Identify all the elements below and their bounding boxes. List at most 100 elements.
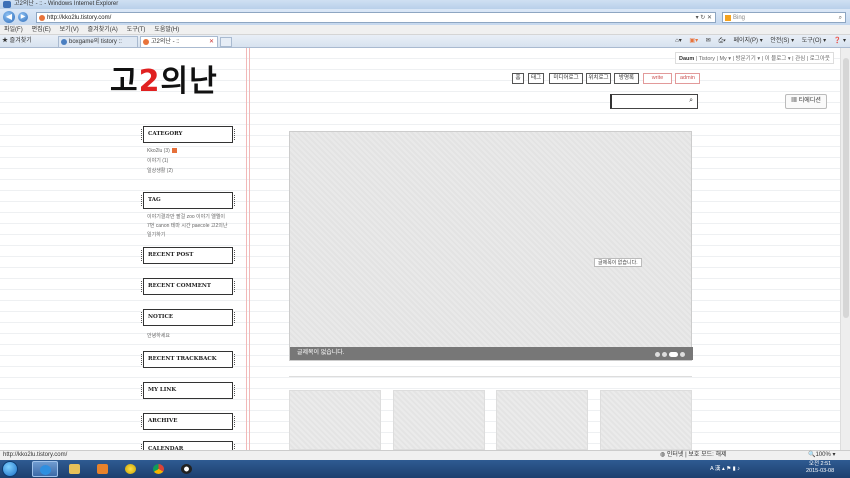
notice-item[interactable]: 안녕하세요 bbox=[147, 331, 170, 341]
menu-bar: 파일(F) 편집(E) 보기(V) 즐겨찾기(A) 도구(T) 도움말(H) bbox=[0, 25, 850, 35]
tedition-button[interactable]: ▦ 티에디션 bbox=[785, 94, 827, 109]
slide-dot-active[interactable] bbox=[669, 352, 678, 357]
category-item[interactable]: Kko2lu (3) bbox=[147, 146, 177, 156]
nav-write[interactable]: write bbox=[643, 73, 672, 84]
taskbar-clock[interactable]: 오전 2:51 2015-03-08 bbox=[806, 461, 834, 475]
calendar-heading: CALENDAR bbox=[141, 441, 235, 450]
menu-tools[interactable]: 도구(T) bbox=[127, 25, 146, 35]
safety-menu[interactable]: 안전(S) ▾ bbox=[770, 38, 794, 44]
nav-home[interactable]: 홈 bbox=[512, 73, 524, 84]
category-item[interactable]: 이야기 (1) bbox=[147, 156, 168, 166]
help-menu[interactable]: ❓ ▾ bbox=[834, 38, 846, 44]
mylink-heading: MY LINK bbox=[141, 382, 235, 399]
tab-boxgame[interactable]: boxgame의 tistory :: bbox=[58, 36, 138, 47]
post-thumbnail[interactable] bbox=[496, 390, 588, 450]
new-tab-button[interactable] bbox=[220, 37, 232, 47]
window-title: 고2의난 - :: - Windows Internet Explorer bbox=[14, 1, 119, 7]
address-input[interactable]: http://kko2lu.tistory.com/ ▾ ↻ ✕ bbox=[36, 12, 716, 23]
app-icon bbox=[125, 464, 136, 474]
post-thumbnail[interactable] bbox=[289, 390, 381, 450]
nav-admin[interactable]: admin bbox=[675, 73, 700, 84]
taskbar-explorer[interactable] bbox=[62, 461, 88, 477]
status-bar: http://kko2lu.tistory.com/ ◍ 인터넷 | 보호 모드… bbox=[0, 450, 850, 460]
margin-rule bbox=[249, 48, 250, 450]
daum-link[interactable]: Daum bbox=[679, 56, 694, 62]
address-text: http://kko2lu.tistory.com/ bbox=[47, 15, 112, 21]
category-heading: CATEGORY bbox=[141, 126, 235, 143]
camera-icon bbox=[181, 464, 192, 474]
security-zone[interactable]: ◍ 인터넷 | 보호 모드: 해제 bbox=[660, 451, 726, 460]
home-icon[interactable]: ⌂▾ bbox=[675, 38, 682, 44]
taskbar-ie[interactable] bbox=[32, 461, 58, 477]
menu-edit[interactable]: 편집(E) bbox=[32, 25, 51, 35]
slide-caption-bar: 글제목이 없습니다. bbox=[290, 347, 693, 360]
slide-dot[interactable] bbox=[655, 352, 660, 357]
menu-help[interactable]: 도움말(H) bbox=[154, 25, 179, 35]
tag-cloud-line[interactable]: 일기하기 bbox=[147, 230, 165, 240]
nav-tag[interactable]: 태그 bbox=[528, 73, 544, 84]
taskbar-chrome[interactable] bbox=[146, 461, 172, 477]
blog-logo[interactable]: 고2의난 bbox=[110, 62, 240, 102]
search-icon[interactable]: ⌕ bbox=[689, 97, 693, 105]
slide-dot[interactable] bbox=[662, 352, 667, 357]
address-tools[interactable]: ▾ ↻ ✕ bbox=[696, 13, 712, 23]
system-tray[interactable]: A 漢 ▴ ⚑ ▮ ♪ bbox=[710, 462, 740, 476]
nav-guestbook[interactable]: 방명록 bbox=[614, 73, 639, 84]
notice-heading: NOTICE bbox=[141, 309, 235, 326]
zoom-level[interactable]: 🔍100% ▾ bbox=[808, 451, 836, 460]
category-link[interactable]: Kko2lu (3) bbox=[147, 148, 170, 154]
category-item[interactable]: 일상생활 (2) bbox=[147, 166, 173, 176]
blog-search-input[interactable]: ⌕ bbox=[610, 94, 698, 109]
slide-message: 글제목이 없습니다. bbox=[594, 258, 642, 267]
archive-heading: ARCHIVE bbox=[141, 413, 235, 430]
tools-menu[interactable]: 도구(O) ▾ bbox=[802, 38, 826, 44]
site-favicon bbox=[39, 15, 45, 21]
featured-slider[interactable]: 글제목이 없습니다. 글제목이 없습니다. bbox=[289, 131, 693, 361]
menu-file[interactable]: 파일(F) bbox=[4, 25, 23, 35]
start-button[interactable] bbox=[2, 461, 18, 477]
chrome-icon bbox=[153, 464, 164, 474]
recent-post-heading: RECENT POST bbox=[141, 247, 235, 264]
print-icon[interactable]: ⎙▾ bbox=[718, 38, 725, 44]
search-icon[interactable]: ⌕ bbox=[839, 13, 842, 23]
favorites-button[interactable]: ★ 즐겨찾기 bbox=[2, 37, 32, 46]
windows-taskbar: A 漢 ▴ ⚑ ▮ ♪ 오전 2:51 2015-03-08 bbox=[0, 460, 850, 478]
status-url: http://kko2lu.tistory.com/ bbox=[3, 452, 68, 458]
ime-indicator[interactable]: A 漢 bbox=[710, 466, 720, 472]
bing-search-input[interactable]: Bing ⌕ bbox=[722, 12, 846, 23]
margin-rule bbox=[246, 48, 247, 450]
recent-comment-heading: RECENT COMMENT bbox=[141, 278, 235, 295]
tistory-top-links[interactable]: Daum | Tistory | My ▾ | 방문기기 ▾ | 이 블로그 ▾… bbox=[675, 52, 834, 64]
bing-icon bbox=[725, 15, 731, 21]
taskbar-media-player[interactable] bbox=[90, 461, 116, 477]
menu-view[interactable]: 보기(V) bbox=[60, 25, 79, 35]
page-menu[interactable]: 페이지(P) ▾ bbox=[733, 38, 762, 44]
post-thumbnail[interactable] bbox=[393, 390, 485, 450]
favorites-label: 즐겨찾기 bbox=[9, 38, 32, 44]
slide-dot[interactable] bbox=[680, 352, 685, 357]
clock-date: 2015-03-08 bbox=[806, 468, 835, 474]
forward-arrow-icon[interactable]: ▶ bbox=[18, 12, 28, 22]
nav-medialog[interactable]: 미디어로그 bbox=[549, 73, 583, 84]
menu-favorites[interactable]: 즐겨찾기(A) bbox=[88, 25, 118, 35]
mail-icon[interactable]: ✉ bbox=[706, 38, 711, 44]
tab-label: boxgame의 tistory :: bbox=[69, 39, 122, 45]
nav-locationlog[interactable]: 위치로그 bbox=[586, 73, 611, 84]
tedition-label: 티에디션 bbox=[798, 98, 821, 104]
taskbar-app[interactable] bbox=[118, 461, 144, 477]
post-thumbnail[interactable] bbox=[600, 390, 692, 450]
back-arrow-icon[interactable]: ◀ bbox=[3, 11, 15, 23]
close-icon[interactable]: ✕ bbox=[209, 37, 214, 47]
tab-label: 고2의난 - :: bbox=[151, 39, 180, 45]
rss-icon[interactable]: ▣▾ bbox=[689, 38, 698, 44]
taskbar-app2[interactable] bbox=[174, 461, 200, 477]
new-badge-icon bbox=[171, 148, 177, 154]
vertical-scrollbar[interactable] bbox=[840, 48, 850, 450]
tray-icons[interactable]: ▴ ⚑ ▮ ♪ bbox=[722, 466, 740, 472]
grid-icon: ▦ bbox=[791, 98, 799, 104]
scrollbar-thumb[interactable] bbox=[843, 58, 849, 318]
tab-active[interactable]: 고2의난 - :: ✕ bbox=[140, 36, 218, 47]
top-links-text[interactable]: | Tistory | My ▾ | 방문기기 ▾ | 이 블로그 ▾ | 관심… bbox=[694, 56, 830, 62]
command-bar: ⌂▾ ▣▾ ✉ ⎙▾ 페이지(P) ▾ 안전(S) ▾ 도구(O) ▾ ❓ ▾ bbox=[669, 36, 846, 46]
logo-text-red: 2 bbox=[138, 64, 161, 99]
